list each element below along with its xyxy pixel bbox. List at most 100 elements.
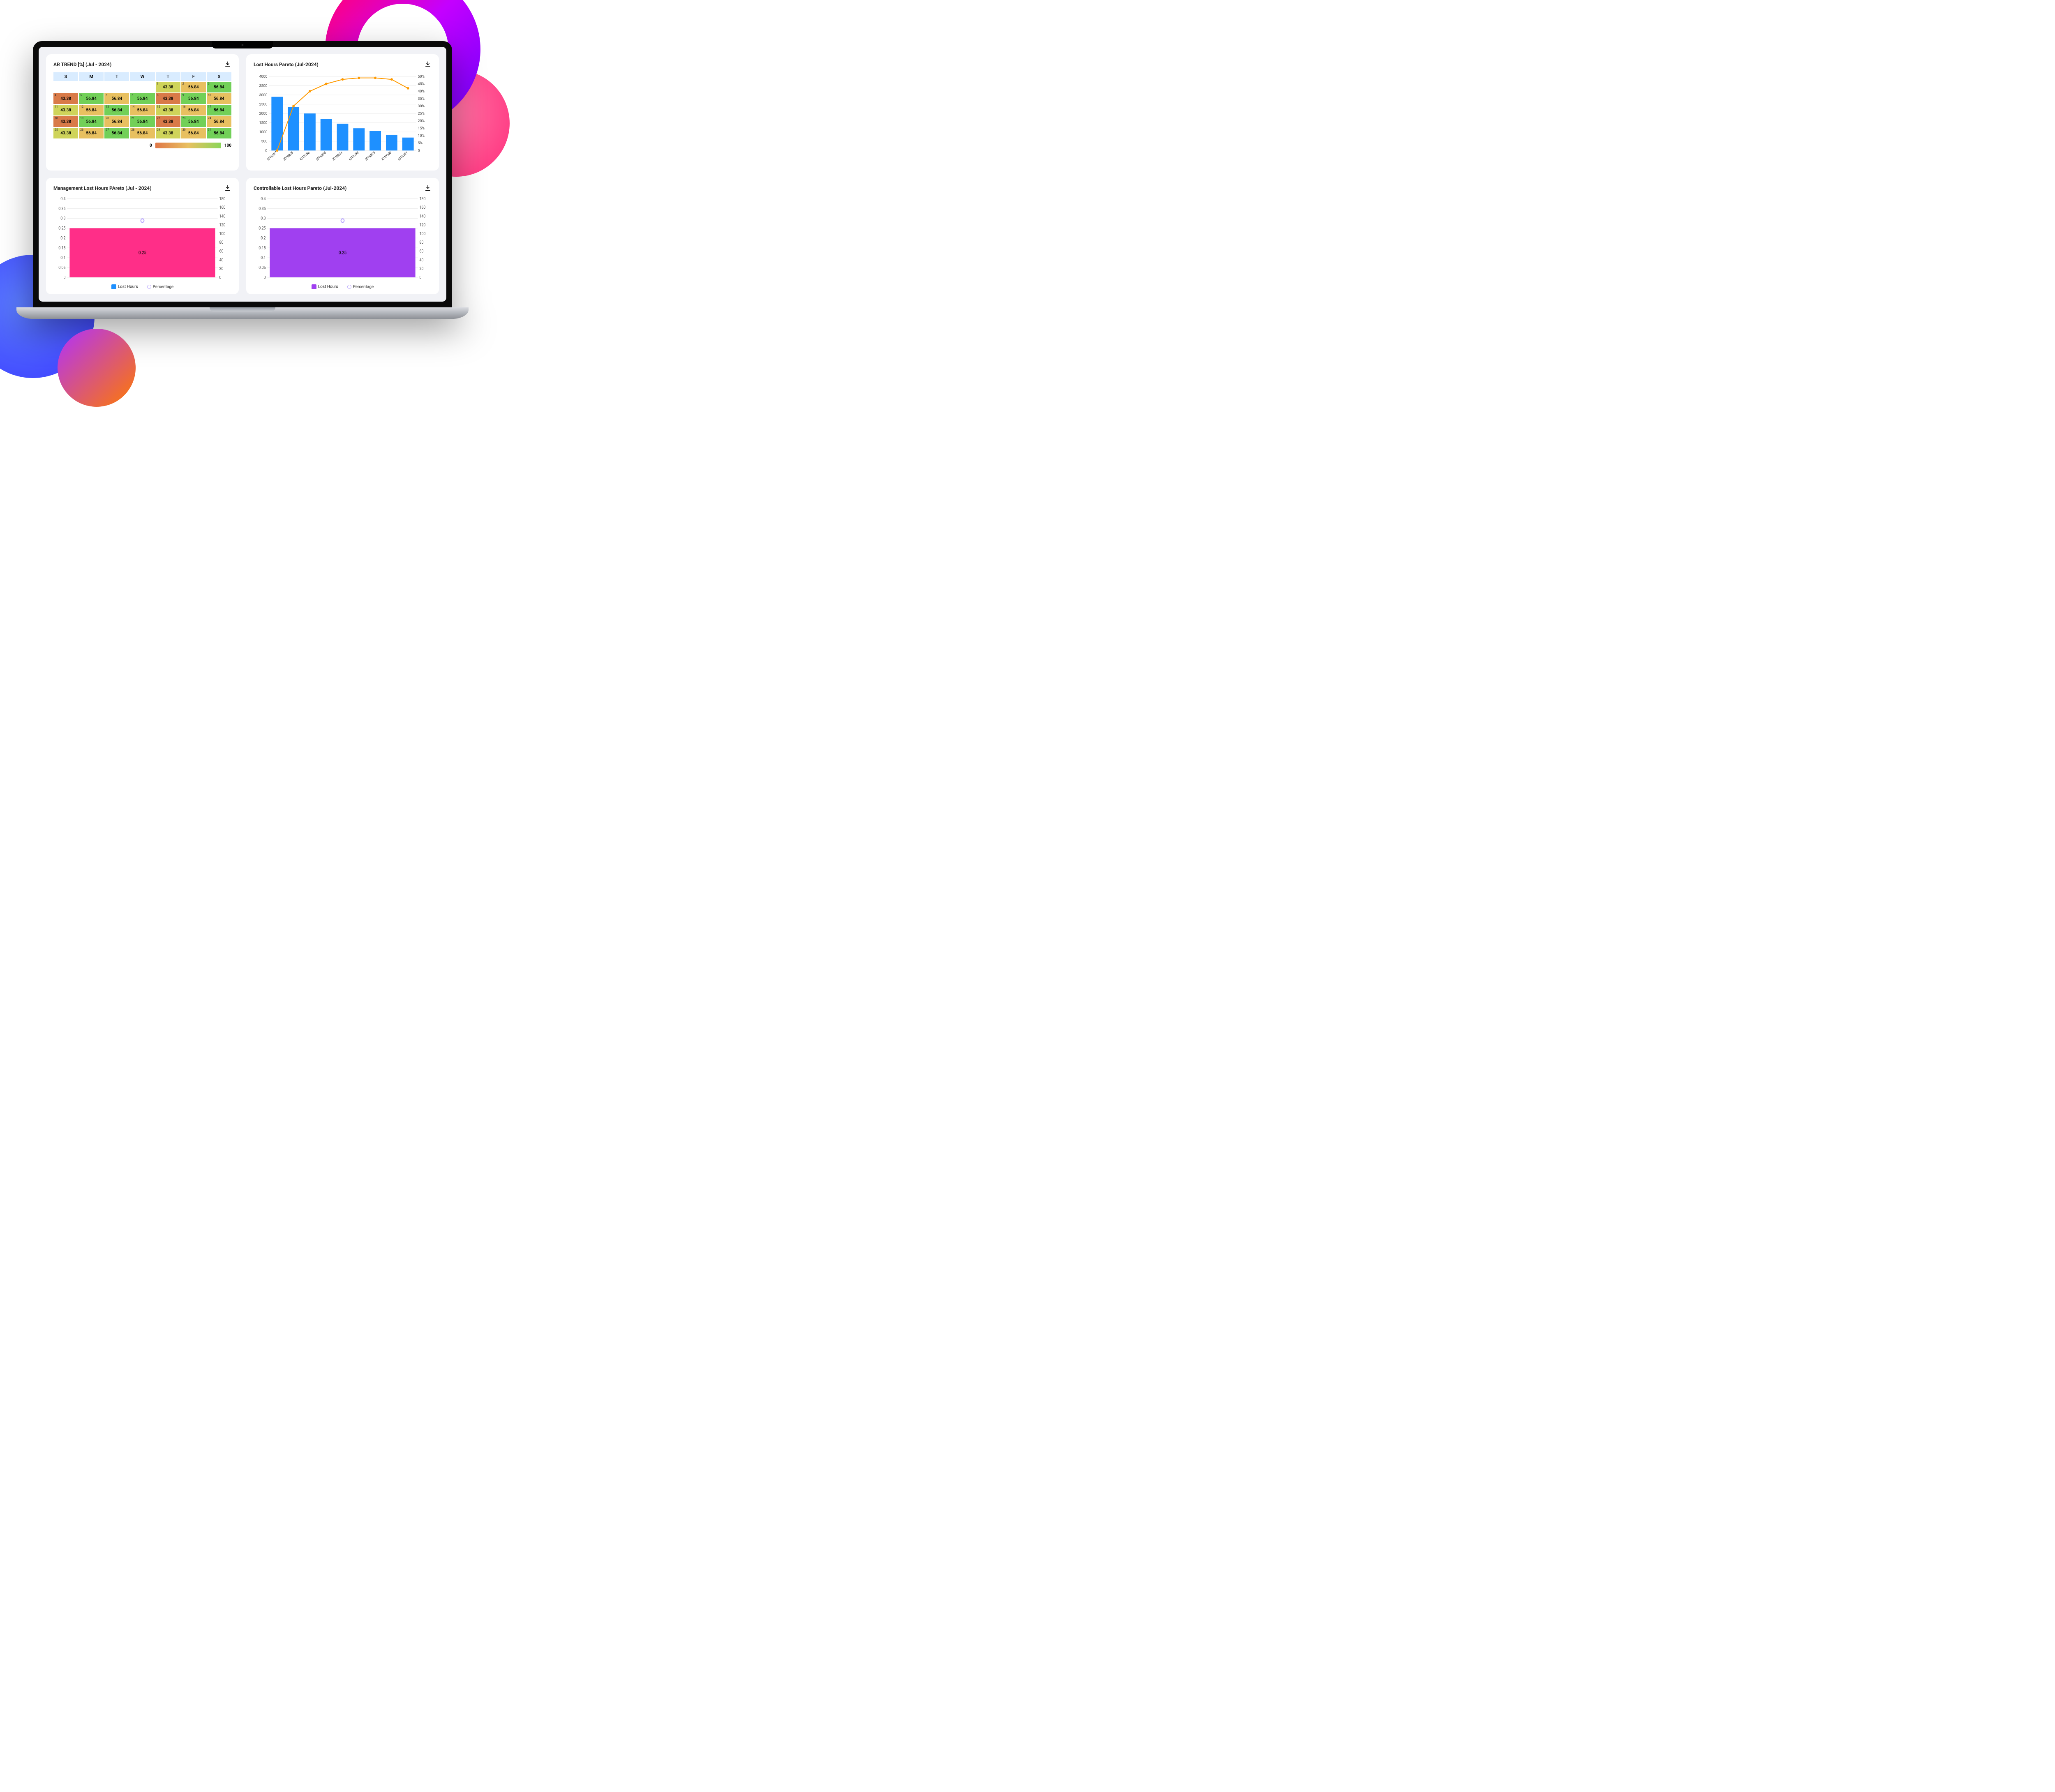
heatmap-cell[interactable]: 2543.38 <box>53 128 78 138</box>
svg-text:0.2: 0.2 <box>261 236 266 241</box>
heatmap-value: 43.38 <box>60 97 71 101</box>
pareto-point[interactable] <box>374 77 376 79</box>
heatmap-cell[interactable]: 2056.84 <box>104 116 129 127</box>
heatmap-cell[interactable]: 1456.84 <box>130 105 155 115</box>
heatmap-cell[interactable]: 656.84 <box>104 93 129 104</box>
heatmap-value: 56.84 <box>188 120 199 124</box>
heatmap-cell[interactable]: 1656.84 <box>181 105 206 115</box>
heatmap-day-number: 16 <box>182 105 186 108</box>
svg-text:0.25: 0.25 <box>259 226 266 231</box>
pareto-bar[interactable] <box>321 119 332 151</box>
heatmap-cell[interactable]: 1956.84 <box>79 116 104 127</box>
heatmap-cell[interactable]: 356.84 <box>207 82 231 92</box>
legend-max: 100 <box>224 143 231 148</box>
heatmap-cell[interactable]: 256.84 <box>181 82 206 92</box>
pareto-bar[interactable] <box>353 128 365 150</box>
heatmap-day-number: 4 <box>55 94 56 97</box>
heatmap-day-number: 8 <box>157 94 159 97</box>
heatmap-cell[interactable]: 2456.84 <box>207 116 231 127</box>
ctrl-chart: 00.050.10.150.20.250.30.350.402040608010… <box>254 196 432 282</box>
svg-text:180: 180 <box>219 196 225 201</box>
pareto-bar[interactable] <box>271 97 283 151</box>
svg-text:60: 60 <box>419 249 423 254</box>
line-point[interactable] <box>141 219 144 222</box>
heatmap-cell[interactable]: 1543.38 <box>156 105 180 115</box>
mgmt-chart: 00.050.10.150.20.250.30.350.402040608010… <box>53 196 231 282</box>
heatmap-cell[interactable]: 2656.84 <box>79 128 104 138</box>
pareto-bar[interactable] <box>337 124 349 150</box>
heatmap-cell[interactable]: 1756.84 <box>207 105 231 115</box>
heatmap-day-number: 31 <box>208 128 211 131</box>
pareto-bar[interactable] <box>386 135 397 150</box>
heatmap-day-number: 18 <box>55 117 58 120</box>
heatmap-cell[interactable]: 956.84 <box>181 93 206 104</box>
heatmap-day-number: 29 <box>157 128 160 131</box>
heatmap-cell[interactable]: 2156.84 <box>130 116 155 127</box>
pareto-point[interactable] <box>358 77 360 79</box>
heatmap-cell[interactable]: 756.84 <box>130 93 155 104</box>
pareto-point[interactable] <box>292 105 295 107</box>
svg-text:0.35: 0.35 <box>58 206 65 211</box>
heatmap-value: 56.84 <box>112 120 122 124</box>
svg-text:1000: 1000 <box>259 130 268 134</box>
pareto-point[interactable] <box>342 78 344 81</box>
heatmap-cell[interactable]: 2243.38 <box>156 116 180 127</box>
card-title: Controllable Lost Hours Pareto (Jul-2024… <box>254 185 346 191</box>
svg-text:120: 120 <box>219 223 225 228</box>
heatmap-cell[interactable]: 443.38 <box>53 93 78 104</box>
heatmap-cell[interactable]: 2943.38 <box>156 128 180 138</box>
svg-text:140: 140 <box>219 214 225 219</box>
heatmap-day-number: 11 <box>55 105 58 108</box>
heatmap-value: 43.38 <box>60 108 71 113</box>
heatmap-cell[interactable]: 2856.84 <box>130 128 155 138</box>
pareto-point[interactable] <box>325 83 328 85</box>
download-button[interactable] <box>224 61 231 68</box>
heatmap-cell[interactable]: 143.38 <box>156 82 180 92</box>
legend-item-bar: Lost Hours <box>312 284 338 289</box>
chart-legend: Lost Hours Percentage <box>254 284 432 289</box>
download-button[interactable] <box>424 185 432 192</box>
heatmap-day-header: T <box>104 72 129 81</box>
heatmap-cell[interactable]: 2356.84 <box>181 116 206 127</box>
heatmap-cell[interactable]: 3156.84 <box>207 128 231 138</box>
heatmap-day-header: S <box>207 72 231 81</box>
svg-text:25%: 25% <box>418 112 425 116</box>
heatmap-day-number: 10 <box>208 94 211 97</box>
download-button[interactable] <box>424 61 432 68</box>
download-button[interactable] <box>224 185 231 192</box>
heatmap-cell[interactable]: 3056.84 <box>181 128 206 138</box>
heatmap-day-number: 9 <box>182 94 184 97</box>
heatmap-day-number: 6 <box>106 94 107 97</box>
pareto-point[interactable] <box>407 87 409 90</box>
legend-item-bar: Lost Hours <box>111 284 138 289</box>
pareto-point[interactable] <box>309 90 311 92</box>
line-point[interactable] <box>341 219 344 222</box>
heatmap-cell[interactable]: 1256.84 <box>79 105 104 115</box>
pareto-point[interactable] <box>276 149 278 152</box>
download-icon <box>424 185 432 192</box>
heatmap-cell[interactable]: 1356.84 <box>104 105 129 115</box>
heatmap-cell[interactable]: 1843.38 <box>53 116 78 127</box>
heatmap-cell[interactable]: 1143.38 <box>53 105 78 115</box>
pareto-bar[interactable] <box>304 113 316 150</box>
legend-swatch <box>111 284 116 289</box>
pareto-bar[interactable] <box>402 138 414 151</box>
heatmap-cell[interactable]: 1056.84 <box>207 93 231 104</box>
svg-text:20%: 20% <box>418 119 425 123</box>
laptop-mockup: AR TREND [%] (Jul - 2024) SMTWTFS143.382… <box>33 41 452 319</box>
heatmap-day-number: 2 <box>182 82 184 85</box>
svg-text:0.05: 0.05 <box>259 265 266 270</box>
heatmap-value: 56.84 <box>214 131 224 136</box>
legend-label: Lost Hours <box>318 285 338 289</box>
pareto-bar[interactable] <box>288 107 299 150</box>
card-ctrl-pareto: Controllable Lost Hours Pareto (Jul-2024… <box>246 178 439 294</box>
svg-text:45%: 45% <box>418 82 425 86</box>
heatmap-cell[interactable]: 556.84 <box>79 93 104 104</box>
dashboard-screen: AR TREND [%] (Jul - 2024) SMTWTFS143.382… <box>39 47 446 302</box>
svg-text:0.1: 0.1 <box>261 256 266 261</box>
heatmap-cell[interactable]: 843.38 <box>156 93 180 104</box>
heatmap-value: 43.38 <box>163 131 173 136</box>
pareto-point[interactable] <box>390 78 393 81</box>
heatmap-cell[interactable]: 2756.84 <box>104 128 129 138</box>
pareto-bar[interactable] <box>369 131 381 150</box>
